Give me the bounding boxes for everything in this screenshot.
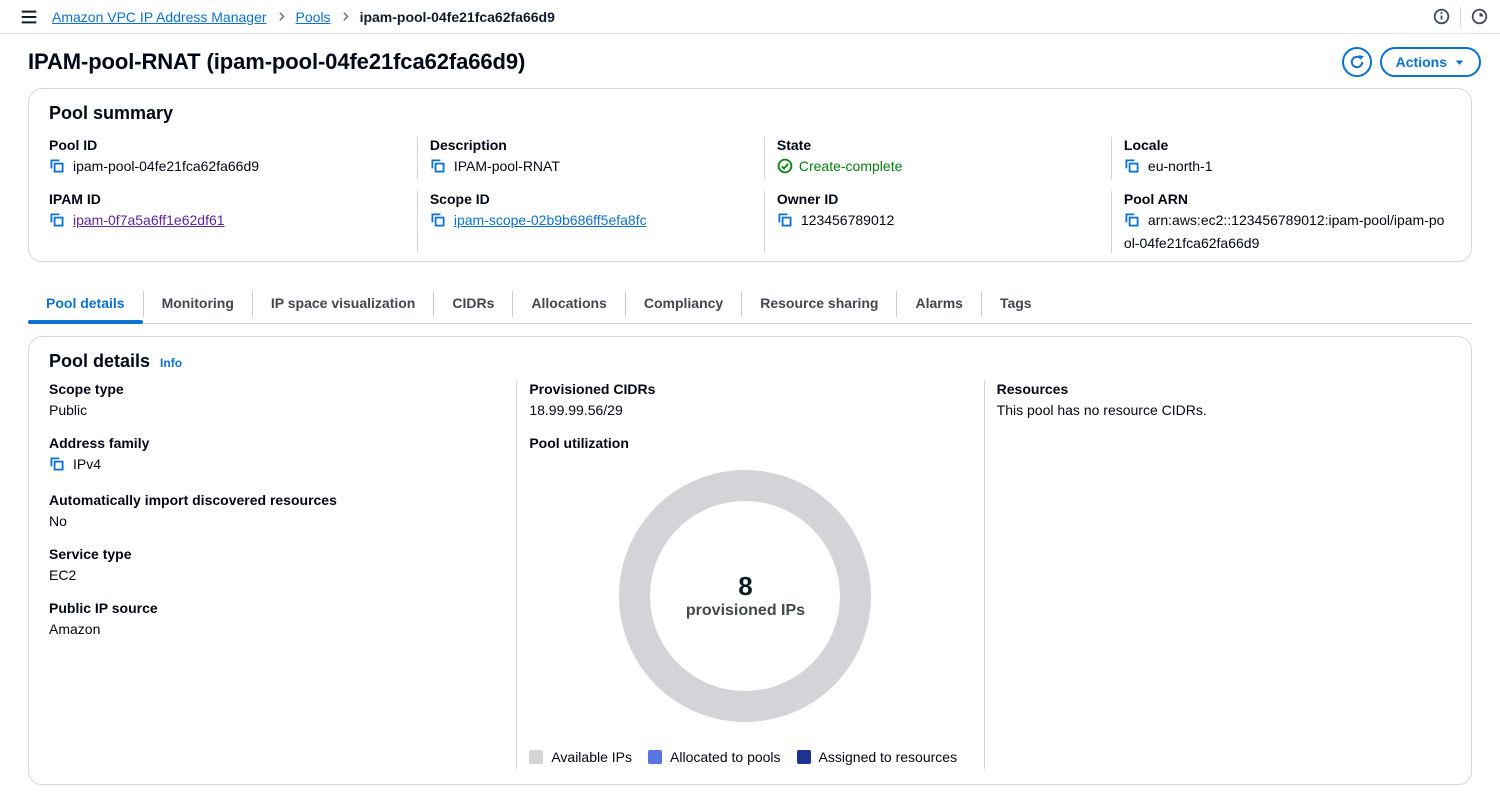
field-scope-type: Scope type Public [49, 381, 498, 420]
refresh-icon [1349, 54, 1365, 70]
pool-details-title: Pool details [49, 351, 150, 372]
tab-cidrs[interactable]: CIDRs [434, 288, 512, 323]
header-actions: Actions [1342, 47, 1481, 77]
scope-id-link[interactable]: ipam-scope-02b9b686ff5efa8fc [454, 212, 647, 228]
details-left-column: Scope type Public Address family IPv4 Au… [49, 381, 516, 769]
field-state: State Create-complete [764, 137, 1111, 179]
field-pool-id: Pool ID ipam-pool-04fe21fca62fa66d9 [49, 137, 417, 179]
page-header: IPAM-pool-RNAT (ipam-pool-04fe21fca62fa6… [0, 34, 1500, 88]
pool-summary-card: Pool summary Pool ID ipam-pool-04fe21fca… [28, 88, 1472, 262]
tab-resource-sharing[interactable]: Resource sharing [742, 288, 896, 323]
field-ipam-id: IPAM ID ipam-0f7a5a6ff1e62df61 [49, 191, 417, 253]
copy-icon[interactable] [1124, 215, 1140, 231]
details-middle-column: Provisioned CIDRs 18.99.99.56/29 Pool ut… [516, 381, 983, 769]
info-link[interactable]: Info [160, 356, 182, 370]
legend-available-ips: Available IPs [529, 749, 632, 765]
pool-utilization-label: Pool utilization [529, 435, 983, 452]
copy-icon[interactable] [777, 215, 793, 231]
tab-alarms[interactable]: Alarms [897, 288, 980, 323]
pool-utilization-chart: 8 provisioned IPs [529, 470, 983, 722]
refresh-button[interactable] [1342, 47, 1372, 77]
pool-summary-title: Pool summary [49, 103, 1451, 124]
field-resources: Resources This pool has no resource CIDR… [997, 381, 1451, 420]
ipam-id-link[interactable]: ipam-0f7a5a6ff1e62df61 [73, 212, 225, 228]
field-description: Description IPAM-pool-RNAT [417, 137, 764, 179]
legend-allocated-to-pools: Allocated to pools [648, 749, 781, 765]
legend-swatch [529, 750, 543, 764]
copy-icon[interactable] [1124, 161, 1140, 177]
copy-icon[interactable] [49, 459, 65, 475]
field-owner-id: Owner ID 123456789012 [764, 191, 1111, 253]
copy-icon[interactable] [49, 161, 65, 177]
field-public-ip-source: Public IP source Amazon [49, 600, 498, 639]
chevron-right-icon [276, 9, 287, 25]
page-title: IPAM-pool-RNAT (ipam-pool-04fe21fca62fa6… [28, 49, 525, 75]
copy-icon[interactable] [430, 215, 446, 231]
field-pool-arn: Pool ARN arn:aws:ec2::123456789012:ipam-… [1111, 191, 1451, 253]
legend-assigned-to-resources: Assigned to resources [797, 749, 958, 765]
info-icon[interactable] [1423, 8, 1460, 25]
chevron-right-icon [340, 9, 351, 25]
tab-pool-details[interactable]: Pool details [28, 288, 143, 323]
field-address-family: Address family IPv4 [49, 435, 498, 477]
tab-compliancy[interactable]: Compliancy [626, 288, 741, 323]
field-service-type: Service type EC2 [49, 546, 498, 585]
copy-icon[interactable] [430, 161, 446, 177]
chart-legend: Available IPs Allocated to pools Assigne… [529, 749, 983, 765]
breadcrumb-link-service[interactable]: Amazon VPC IP Address Manager [52, 9, 267, 25]
pool-summary-grid: Pool ID ipam-pool-04fe21fca62fa66d9 Desc… [49, 137, 1451, 253]
pool-details-card: Pool details Info Scope type Public Addr… [28, 336, 1472, 785]
tab-ip-space-visualization[interactable]: IP space visualization [253, 288, 433, 323]
field-auto-import: Automatically import discovered resource… [49, 492, 498, 531]
tab-bar: Pool details Monitoring IP space visuali… [28, 288, 1472, 324]
topbar-utilities [1423, 7, 1498, 27]
actions-button[interactable]: Actions [1380, 47, 1481, 77]
tab-allocations[interactable]: Allocations [513, 288, 624, 323]
donut-ring: 8 provisioned IPs [619, 470, 871, 722]
menu-icon[interactable] [20, 8, 38, 26]
legend-swatch [797, 750, 811, 764]
copy-icon[interactable] [49, 215, 65, 231]
breadcrumb-link-pools[interactable]: Pools [296, 9, 331, 25]
pool-details-grid: Scope type Public Address family IPv4 Au… [49, 381, 1451, 769]
top-navigation-bar: Amazon VPC IP Address Manager Pools ipam… [0, 0, 1500, 34]
status-success-icon [777, 161, 793, 177]
legend-swatch [648, 750, 662, 764]
field-locale: Locale eu-north-1 [1111, 137, 1451, 179]
tab-monitoring[interactable]: Monitoring [144, 288, 252, 323]
donut-center-value: 8 [738, 572, 752, 600]
field-provisioned-cidrs: Provisioned CIDRs 18.99.99.56/29 [529, 381, 983, 420]
history-icon[interactable] [1461, 8, 1498, 25]
breadcrumb-current: ipam-pool-04fe21fca62fa66d9 [360, 9, 555, 25]
tab-tags[interactable]: Tags [982, 288, 1050, 323]
breadcrumb: Amazon VPC IP Address Manager Pools ipam… [52, 9, 555, 25]
caret-down-icon [1454, 57, 1465, 68]
field-scope-id: Scope ID ipam-scope-02b9b686ff5efa8fc [417, 191, 764, 253]
donut-center-label: provisioned IPs [686, 602, 805, 620]
details-right-column: Resources This pool has no resource CIDR… [984, 381, 1451, 769]
